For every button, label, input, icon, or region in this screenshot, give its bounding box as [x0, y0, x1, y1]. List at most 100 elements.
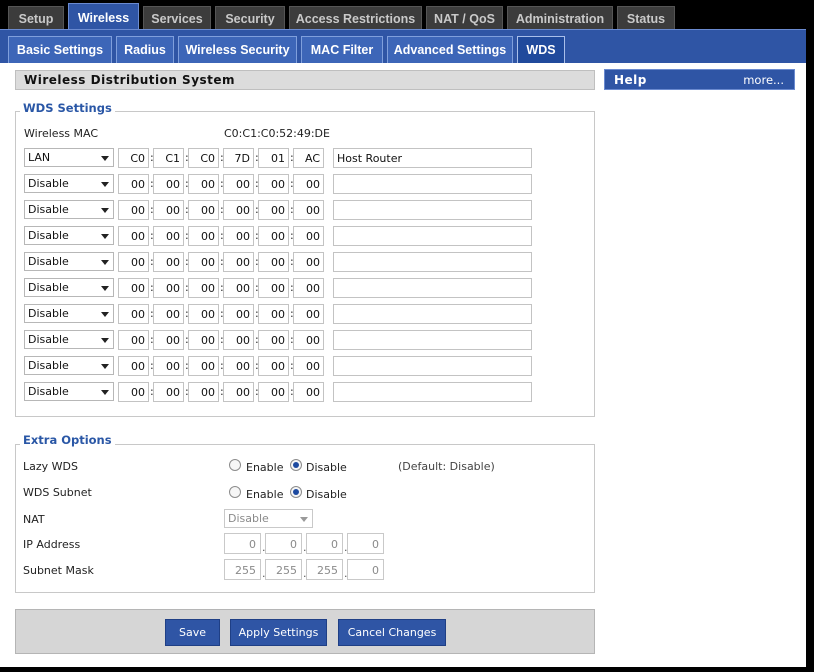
mac-octet-input[interactable]: 01 [258, 148, 289, 168]
tab-access-restrictions[interactable]: Access Restrictions [289, 6, 422, 30]
help-more-link[interactable]: more... [743, 73, 784, 87]
mac-octet-input[interactable]: 00 [118, 382, 149, 402]
wds-description-input[interactable] [333, 200, 532, 220]
mac-octet-input[interactable]: 00 [188, 226, 219, 246]
nat-select[interactable]: Disable [224, 509, 313, 528]
mac-octet-input[interactable]: 00 [293, 174, 324, 194]
subtab-basic-settings[interactable]: Basic Settings [8, 36, 112, 63]
mac-octet-input[interactable]: 00 [188, 356, 219, 376]
wds-mode-select[interactable]: Disable [24, 278, 114, 297]
mac-octet-input[interactable]: C1 [153, 148, 184, 168]
mac-octet-input[interactable]: 00 [293, 200, 324, 220]
mac-octet-input[interactable]: 00 [223, 330, 254, 350]
wds-description-input[interactable] [333, 226, 532, 246]
mac-octet-input[interactable]: 00 [118, 304, 149, 324]
mac-octet-input[interactable]: 00 [153, 382, 184, 402]
tab-administration[interactable]: Administration [507, 6, 613, 30]
mac-octet-input[interactable]: 00 [223, 252, 254, 272]
tab-setup[interactable]: Setup [8, 6, 64, 30]
subtab-mac-filter[interactable]: MAC Filter [301, 36, 383, 63]
subnet-mask-octet-3[interactable]: 255 [306, 559, 343, 580]
subtab-wds[interactable]: WDS [517, 36, 565, 63]
wds-description-input[interactable] [333, 174, 532, 194]
wds-mode-select[interactable]: Disable [24, 356, 114, 375]
lazy-wds-enable-radio[interactable] [229, 459, 241, 471]
wds-mode-select[interactable]: Disable [24, 174, 114, 193]
mac-octet-input[interactable]: 00 [223, 200, 254, 220]
mac-octet-input[interactable]: 00 [153, 200, 184, 220]
ip-address-octet-4[interactable]: 0 [347, 533, 384, 554]
mac-octet-input[interactable]: 00 [118, 174, 149, 194]
mac-octet-input[interactable]: 00 [258, 226, 289, 246]
mac-octet-input[interactable]: 00 [258, 174, 289, 194]
wds-description-input[interactable] [333, 252, 532, 272]
mac-octet-input[interactable]: 00 [153, 174, 184, 194]
ip-address-octet-3[interactable]: 0 [306, 533, 343, 554]
mac-octet-input[interactable]: 00 [188, 252, 219, 272]
subtab-radius[interactable]: Radius [116, 36, 174, 63]
subnet-mask-octet-4[interactable]: 0 [347, 559, 384, 580]
subtab-wireless-security[interactable]: Wireless Security [178, 36, 297, 63]
mac-octet-input[interactable]: 00 [258, 278, 289, 298]
wds-mode-select[interactable]: Disable [24, 252, 114, 271]
mac-octet-input[interactable]: 00 [118, 226, 149, 246]
mac-octet-input[interactable]: 00 [153, 330, 184, 350]
tab-wireless[interactable]: Wireless [68, 3, 139, 31]
mac-octet-input[interactable]: AC [293, 148, 324, 168]
ip-address-octet-2[interactable]: 0 [265, 533, 302, 554]
mac-octet-input[interactable]: 00 [118, 330, 149, 350]
ip-address-octet-1[interactable]: 0 [224, 533, 261, 554]
mac-octet-input[interactable]: 00 [293, 356, 324, 376]
mac-octet-input[interactable]: 00 [153, 278, 184, 298]
mac-octet-input[interactable]: 00 [293, 278, 324, 298]
mac-octet-input[interactable]: 7D [223, 148, 254, 168]
mac-octet-input[interactable]: 00 [153, 356, 184, 376]
wds-mode-select[interactable]: Disable [24, 304, 114, 323]
mac-octet-input[interactable]: 00 [223, 226, 254, 246]
apply-settings-button[interactable]: Apply Settings [230, 619, 327, 646]
tab-security[interactable]: Security [215, 6, 285, 30]
mac-octet-input[interactable]: 00 [188, 330, 219, 350]
mac-octet-input[interactable]: 00 [118, 278, 149, 298]
mac-octet-input[interactable]: 00 [223, 356, 254, 376]
mac-octet-input[interactable]: 00 [293, 382, 324, 402]
subnet-mask-octet-2[interactable]: 255 [265, 559, 302, 580]
wds-mode-select[interactable]: Disable [24, 226, 114, 245]
mac-octet-input[interactable]: 00 [118, 200, 149, 220]
mac-octet-input[interactable]: 00 [188, 174, 219, 194]
tab-services[interactable]: Services [143, 6, 211, 30]
mac-octet-input[interactable]: 00 [188, 304, 219, 324]
mac-octet-input[interactable]: 00 [153, 304, 184, 324]
wds-description-input[interactable] [333, 382, 532, 402]
save-button[interactable]: Save [165, 619, 220, 646]
mac-octet-input[interactable]: 00 [188, 382, 219, 402]
wds-mode-select[interactable]: LAN [24, 148, 114, 167]
mac-octet-input[interactable]: 00 [293, 330, 324, 350]
mac-octet-input[interactable]: 00 [258, 356, 289, 376]
mac-octet-input[interactable]: 00 [153, 226, 184, 246]
mac-octet-input[interactable]: 00 [223, 382, 254, 402]
mac-octet-input[interactable]: 00 [258, 304, 289, 324]
mac-octet-input[interactable]: 00 [118, 356, 149, 376]
tab-status[interactable]: Status [617, 6, 675, 30]
mac-octet-input[interactable]: 00 [118, 252, 149, 272]
wds-subnet-disable-radio[interactable] [290, 486, 302, 498]
wds-description-input[interactable] [333, 304, 532, 324]
mac-octet-input[interactable]: 00 [188, 278, 219, 298]
mac-octet-input[interactable]: 00 [293, 226, 324, 246]
mac-octet-input[interactable]: C0 [188, 148, 219, 168]
subnet-mask-octet-1[interactable]: 255 [224, 559, 261, 580]
mac-octet-input[interactable]: 00 [293, 252, 324, 272]
mac-octet-input[interactable]: 00 [223, 174, 254, 194]
cancel-changes-button[interactable]: Cancel Changes [338, 619, 446, 646]
mac-octet-input[interactable]: C0 [118, 148, 149, 168]
mac-octet-input[interactable]: 00 [223, 278, 254, 298]
mac-octet-input[interactable]: 00 [188, 200, 219, 220]
mac-octet-input[interactable]: 00 [258, 330, 289, 350]
wds-mode-select[interactable]: Disable [24, 330, 114, 349]
wds-subnet-enable-radio[interactable] [229, 486, 241, 498]
wds-description-input[interactable] [333, 356, 532, 376]
wds-description-input[interactable]: Host Router [333, 148, 532, 168]
wds-description-input[interactable] [333, 278, 532, 298]
wds-mode-select[interactable]: Disable [24, 200, 114, 219]
